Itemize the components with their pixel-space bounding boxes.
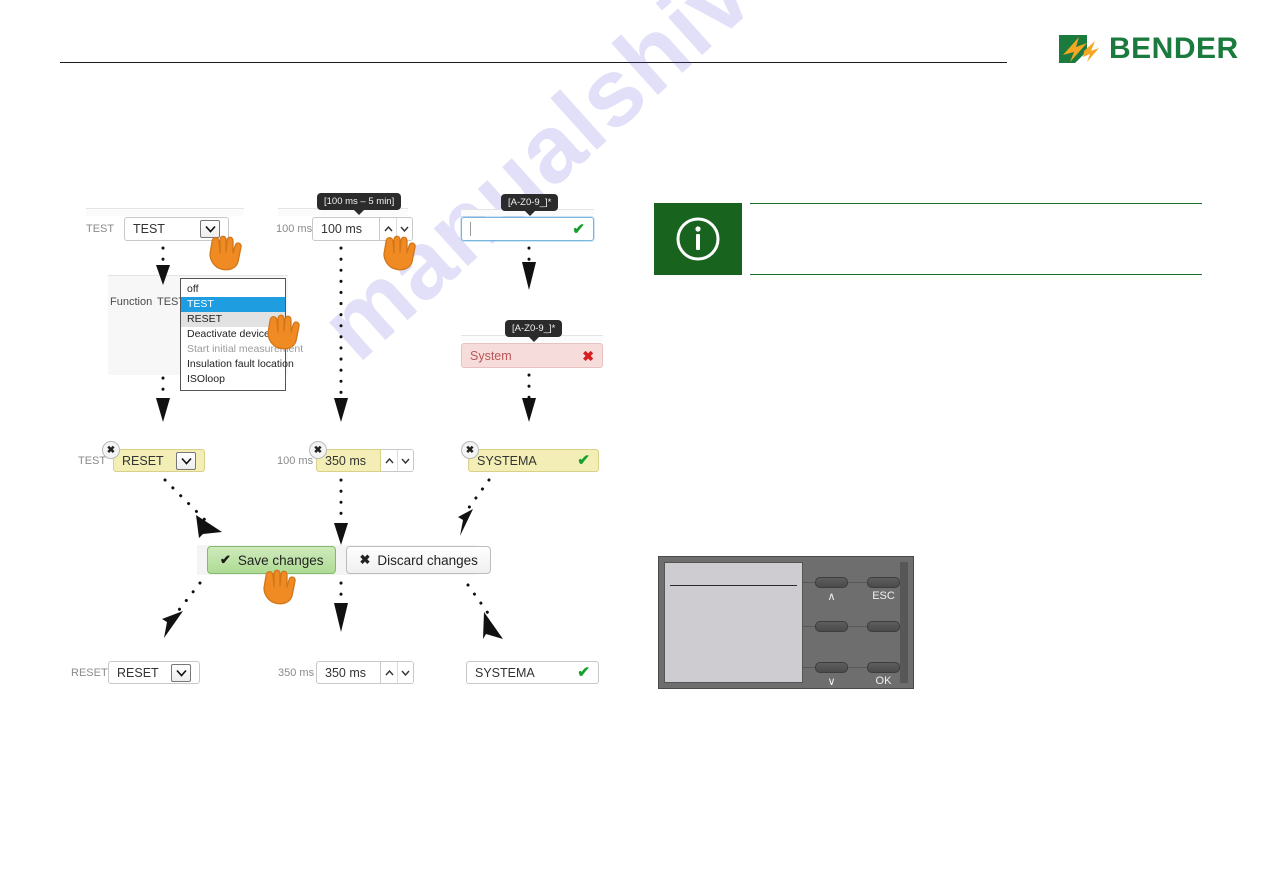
- reset-field-button-delay[interactable]: ✖: [309, 441, 327, 459]
- menu-item-insulation-fault-location[interactable]: Insulation fault location: [181, 357, 294, 372]
- tooltip-delay-range: [100 ms – 5 min]: [317, 193, 402, 215]
- tooltip-name-pattern-2: [A-Z0-9_]*: [505, 320, 563, 342]
- tooltip-name-pattern-1: [A-Z0-9_]*: [501, 194, 559, 216]
- pointing-hand-cursor-4: [258, 560, 302, 606]
- pointing-hand-cursor-1: [204, 226, 248, 272]
- menu-item-isoloop[interactable]: ISOloop: [181, 372, 285, 387]
- page-root: BENDER manualshive.com TEST TEST Functio…: [0, 0, 1263, 893]
- flow-arrows: [156, 246, 536, 639]
- menu-item-off[interactable]: off: [181, 282, 285, 297]
- pointing-hand-cursor-2: [262, 305, 306, 351]
- reset-field-button-function[interactable]: ✖: [102, 441, 120, 459]
- pointing-hand-cursor-3: [378, 226, 422, 272]
- reset-field-button-name[interactable]: ✖: [461, 441, 479, 459]
